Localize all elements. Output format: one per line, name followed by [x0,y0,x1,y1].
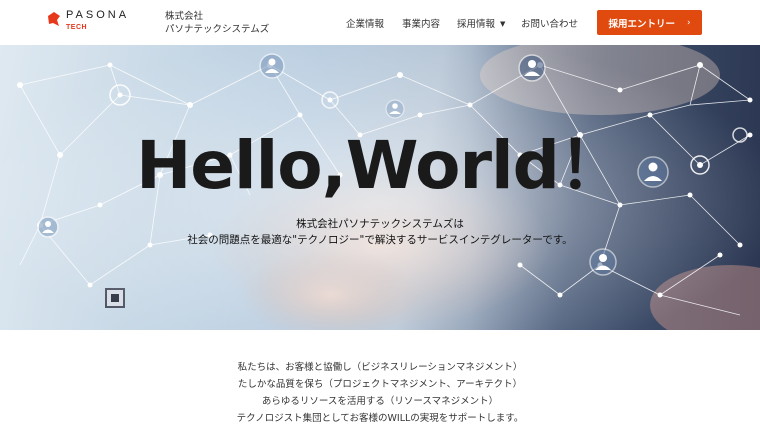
intro-line-3: あらゆるリソースを活用する（リソースマネジメント） [261,396,499,407]
nav-item-business[interactable]: 事業内容 [402,16,440,30]
site-header: PASONA TECH 株式会社 パソナテックシステムズ 企業情報 事業内容 採… [0,0,760,45]
logo-subtext: TECH [66,24,88,31]
nav-item-contact[interactable]: お問い合わせ [521,16,578,30]
company-name: 株式会社 パソナテックシステムズ [165,10,269,36]
caret-down-icon: ▼ [500,20,506,28]
recruit-entry-button[interactable]: 採用エントリー › [597,10,702,35]
intro-line-4: テクノロジスト集団としてお客様のWILLの実現をサポートします。 [236,413,524,424]
nav-item-label: 事業内容 [402,19,441,30]
hero-subtitle-line-2: 社会の問題点を最適な"テクノロジー"で解決するサービスインテグレーターです。 [187,234,573,246]
hero-subtitle: 株式会社パソナテックシステムズは 社会の問題点を最適な"テクノロジー"で解決する… [0,216,760,248]
pasona-logo-mark-icon [48,12,60,26]
hero-title: Hello,World！ [136,127,625,204]
pasona-tech-logo[interactable]: PASONA TECH [46,9,130,37]
intro-section: 私たちは、お客様と協働し（ビジネスリレーションマネジメント） たしかな品質を保ち… [0,359,760,427]
company-name-line-1: 株式会社 [165,11,204,22]
hero-section: Hello,World！ 株式会社パソナテックシステムズは 社会の問題点を最適な… [0,45,760,330]
nav-item-recruit[interactable]: 採用情報 ▼ [457,16,505,30]
intro-line-2: たしかな品質を保ち（プロジェクトマネジメント、アーキテクト） [237,379,523,390]
logo-wordmark: PASONA [66,9,130,21]
nav-item-label: お問い合わせ [521,19,579,30]
nav-item-label: 採用情報 [457,19,496,30]
entry-button-label: 採用エントリー [608,18,675,30]
hero-subtitle-line-1: 株式会社パソナテックシステムズは [296,218,464,230]
company-name-line-2: パソナテックシステムズ [165,24,270,35]
nav-item-company-info[interactable]: 企業情報 [346,16,384,30]
intro-line-1: 私たちは、お客様と協働し（ビジネスリレーションマネジメント） [237,362,523,373]
chevron-right-icon: › [686,17,691,28]
nav-item-label: 企業情報 [346,19,385,30]
